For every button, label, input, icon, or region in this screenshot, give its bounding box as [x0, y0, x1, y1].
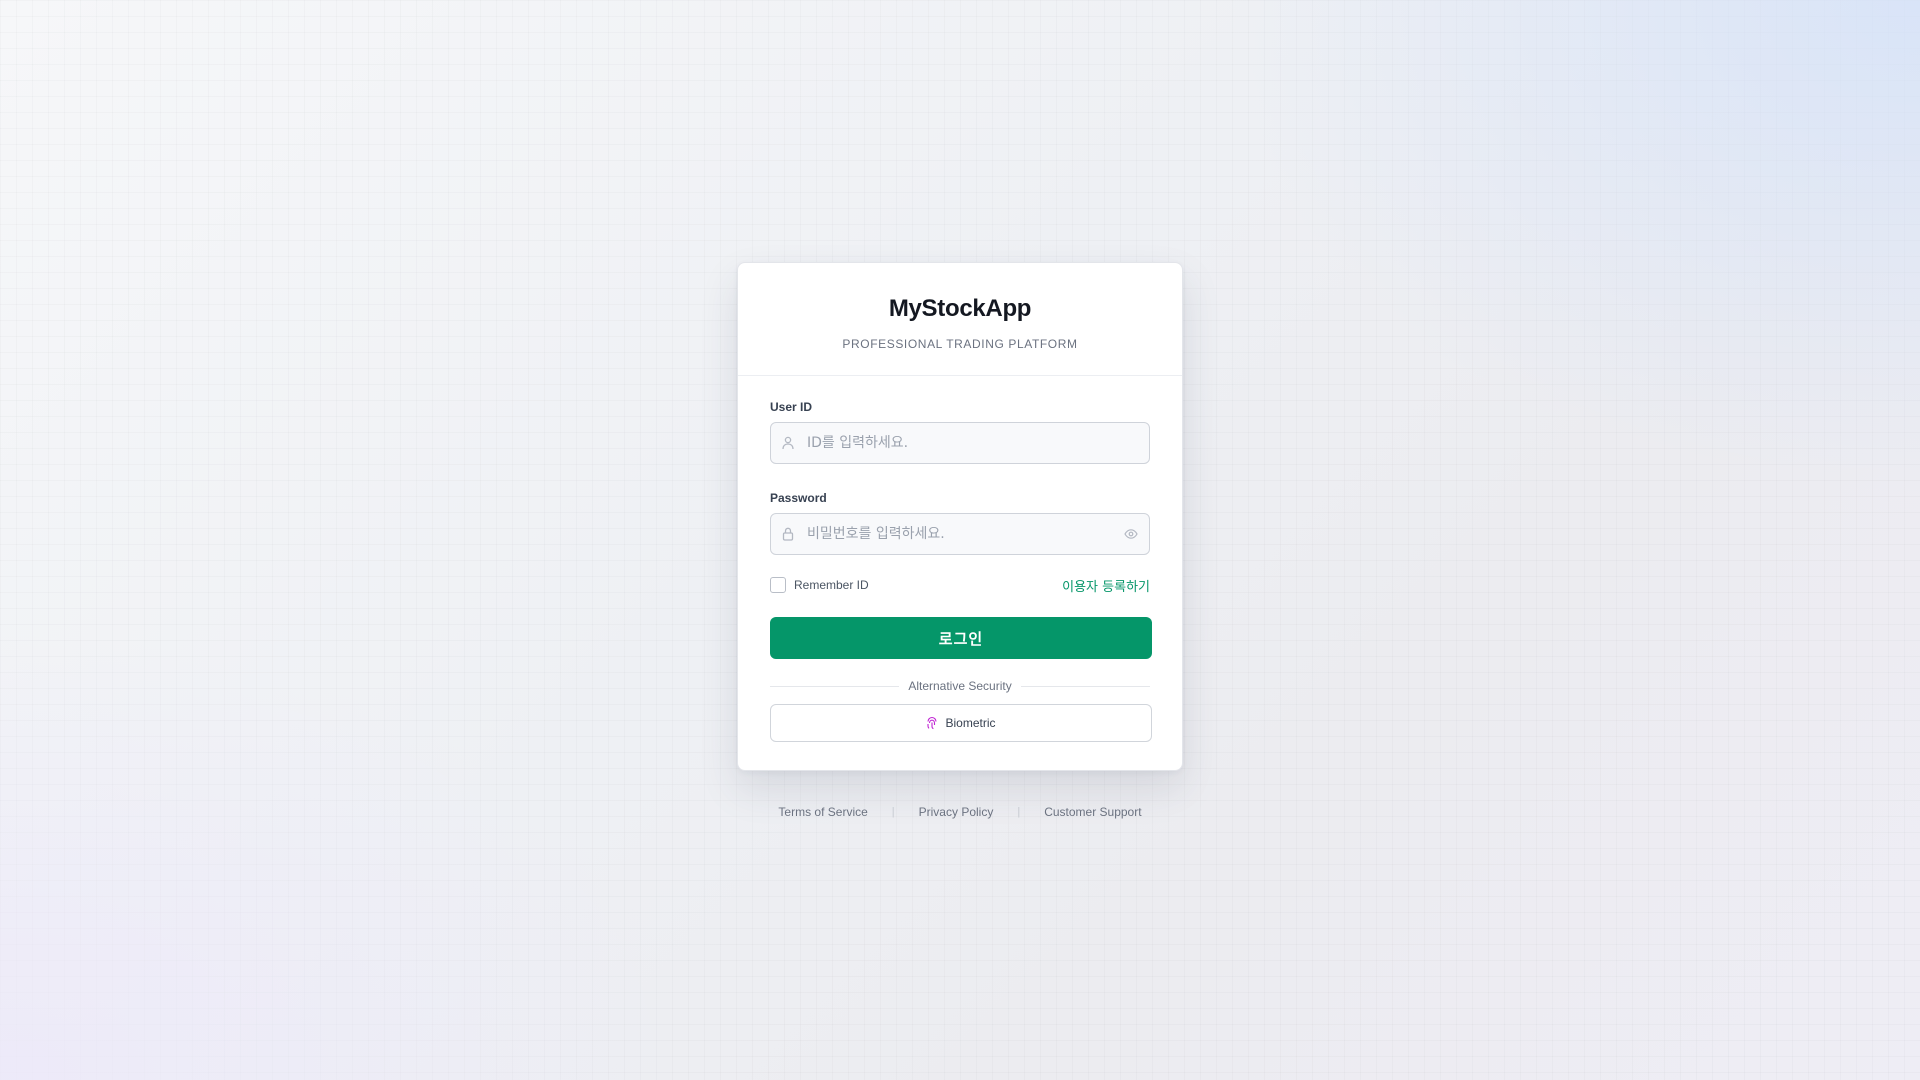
privacy-policy-link[interactable]: Privacy Policy: [919, 805, 994, 819]
footer-separator: |: [1017, 806, 1021, 818]
user-id-label: User ID: [770, 400, 813, 414]
app-subtitle: PROFESSIONAL TRADING PLATFORM: [842, 337, 1078, 351]
user-id-input[interactable]: [807, 423, 1113, 463]
background-glow-top-right: [1220, 0, 1920, 500]
password-field[interactable]: [770, 513, 1150, 555]
divider-line-left: [770, 685, 900, 687]
divider-text: Alternative Security: [908, 679, 1012, 693]
terms-of-service-link[interactable]: Terms of Service: [778, 805, 867, 819]
password-label: Password: [770, 491, 827, 505]
alternative-security-divider: Alternative Security: [770, 679, 1151, 693]
biometric-button[interactable]: Biometric: [770, 704, 1152, 742]
footer-links: Terms of Service | Privacy Policy | Cust…: [737, 803, 1183, 821]
login-card: MyStockApp PROFESSIONAL TRADING PLATFORM…: [737, 262, 1183, 771]
fingerprint-icon: [927, 716, 938, 730]
user-id-field[interactable]: [770, 422, 1150, 464]
options-row: Remember ID 이용자 등록하기: [770, 576, 1150, 595]
login-form: User ID Password Remember ID: [738, 376, 1182, 742]
customer-support-link[interactable]: Customer Support: [1044, 805, 1141, 819]
remember-id-checkbox[interactable]: [770, 577, 786, 593]
password-input[interactable]: [807, 514, 1113, 554]
app-title: MyStockApp: [888, 295, 1032, 322]
register-link[interactable]: 이용자 등록하기: [1062, 576, 1150, 595]
user-icon: [782, 436, 794, 450]
background-glow-bottom-left: [0, 630, 700, 1080]
lock-icon: [782, 527, 794, 541]
biometric-label: Biometric: [945, 716, 996, 730]
remember-id-label: Remember ID: [794, 578, 869, 592]
login-button[interactable]: 로그인: [770, 617, 1152, 659]
divider-line-right: [1020, 685, 1151, 687]
eye-icon[interactable]: [1124, 527, 1138, 541]
remember-id-option[interactable]: Remember ID: [770, 577, 869, 593]
card-header: MyStockApp PROFESSIONAL TRADING PLATFORM: [738, 263, 1182, 376]
footer-separator: |: [891, 806, 895, 818]
